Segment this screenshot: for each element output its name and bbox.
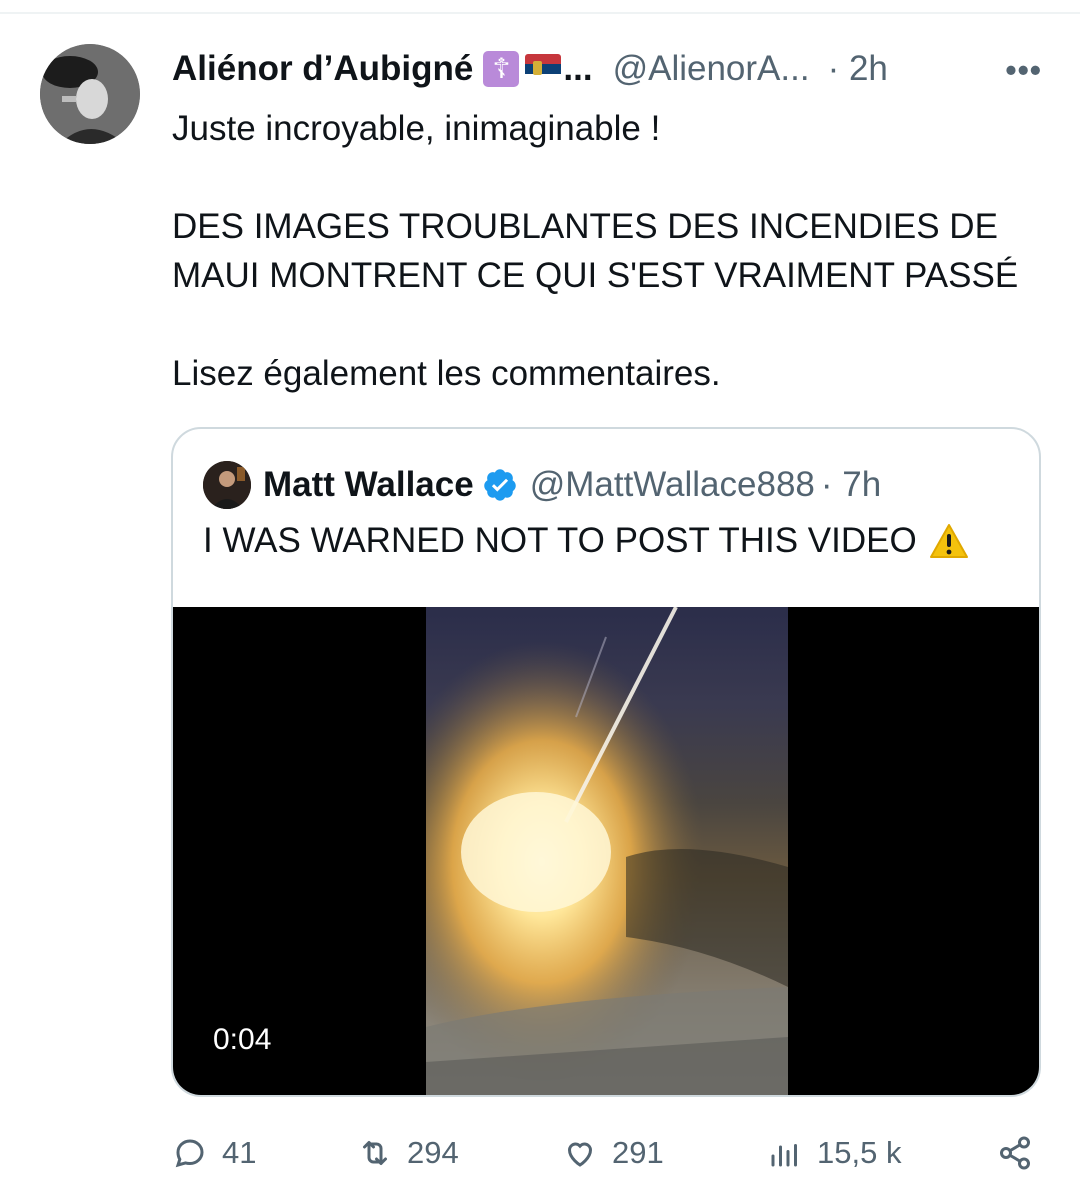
like-icon — [567, 1142, 593, 1167]
views-count: 15,5 k — [817, 1135, 902, 1170]
tweet-text-line: DES IMAGES TROUBLANTES DES INCENDIES DE — [172, 207, 998, 246]
tweet-text-line: Juste incroyable, inimaginable ! — [172, 109, 661, 148]
reply-icon — [175, 1139, 204, 1168]
video-duration: 0:04 — [213, 1023, 272, 1056]
more-options-button[interactable]: ••• — [1005, 52, 1042, 89]
share-icon — [1000, 1136, 1030, 1170]
warning-icon — [929, 523, 969, 559]
tweet-header: Aliénor d’Aubigné ☦ ... @AlienorA... · 2… — [172, 44, 1042, 94]
quoted-tweet-text: I WAS WARNED NOT TO POST THIS VIDEO — [203, 521, 969, 561]
tweet-text-line: Lisez également les commentaires. — [172, 354, 721, 393]
tweet[interactable]: Aliénor d’Aubigné ☦ ... @AlienorA... · 2… — [0, 0, 1080, 1190]
quoted-author-handle[interactable]: @MattWallace888 — [530, 465, 815, 505]
quoted-author-name[interactable]: Matt Wallace — [263, 465, 474, 505]
reply-count: 41 — [222, 1135, 257, 1170]
video-thumbnail[interactable] — [426, 607, 788, 1095]
like-button[interactable]: 291 — [562, 1128, 664, 1178]
views-icon — [771, 1144, 797, 1167]
author-name[interactable]: Aliénor d’Aubigné — [172, 49, 473, 89]
retweet-count: 294 — [407, 1135, 459, 1170]
quoted-text: I WAS WARNED NOT TO POST THIS VIDEO — [203, 521, 917, 560]
quoted-avatar[interactable] — [203, 461, 251, 509]
like-count: 291 — [612, 1135, 664, 1170]
retweet-icon — [363, 1141, 387, 1165]
views-button[interactable]: 15,5 k — [767, 1128, 901, 1178]
tweet-text: Juste incroyable, inimaginable ! DES IMA… — [172, 104, 1052, 398]
reply-button[interactable]: 41 — [172, 1128, 256, 1178]
author-handle[interactable]: @AlienorA... — [613, 49, 810, 89]
quoted-tweet-header: Matt Wallace @MattWallace888 · 7h — [203, 461, 881, 509]
orthodox-cross-icon: ☦ — [483, 51, 520, 87]
retweet-button[interactable]: 294 — [357, 1128, 459, 1178]
quoted-tweet-time[interactable]: · 7h — [821, 465, 881, 505]
action-bar: 41 294 291 15,5 k — [172, 1128, 1042, 1178]
verified-icon — [482, 467, 518, 503]
video-player[interactable]: 0:04 — [173, 607, 1039, 1095]
quoted-tweet[interactable]: Matt Wallace @MattWallace888 · 7h I WAS … — [171, 427, 1041, 1097]
avatar[interactable] — [40, 44, 140, 144]
tweet-text-line: MAUI MONTRENT CE QUI S'EST VRAIMENT PASS… — [172, 256, 1019, 295]
name-ellipsis: ... — [563, 49, 593, 88]
tweet-time[interactable]: · 2h — [828, 49, 888, 89]
share-button[interactable] — [997, 1128, 1033, 1178]
serbia-flag-icon — [525, 54, 562, 84]
